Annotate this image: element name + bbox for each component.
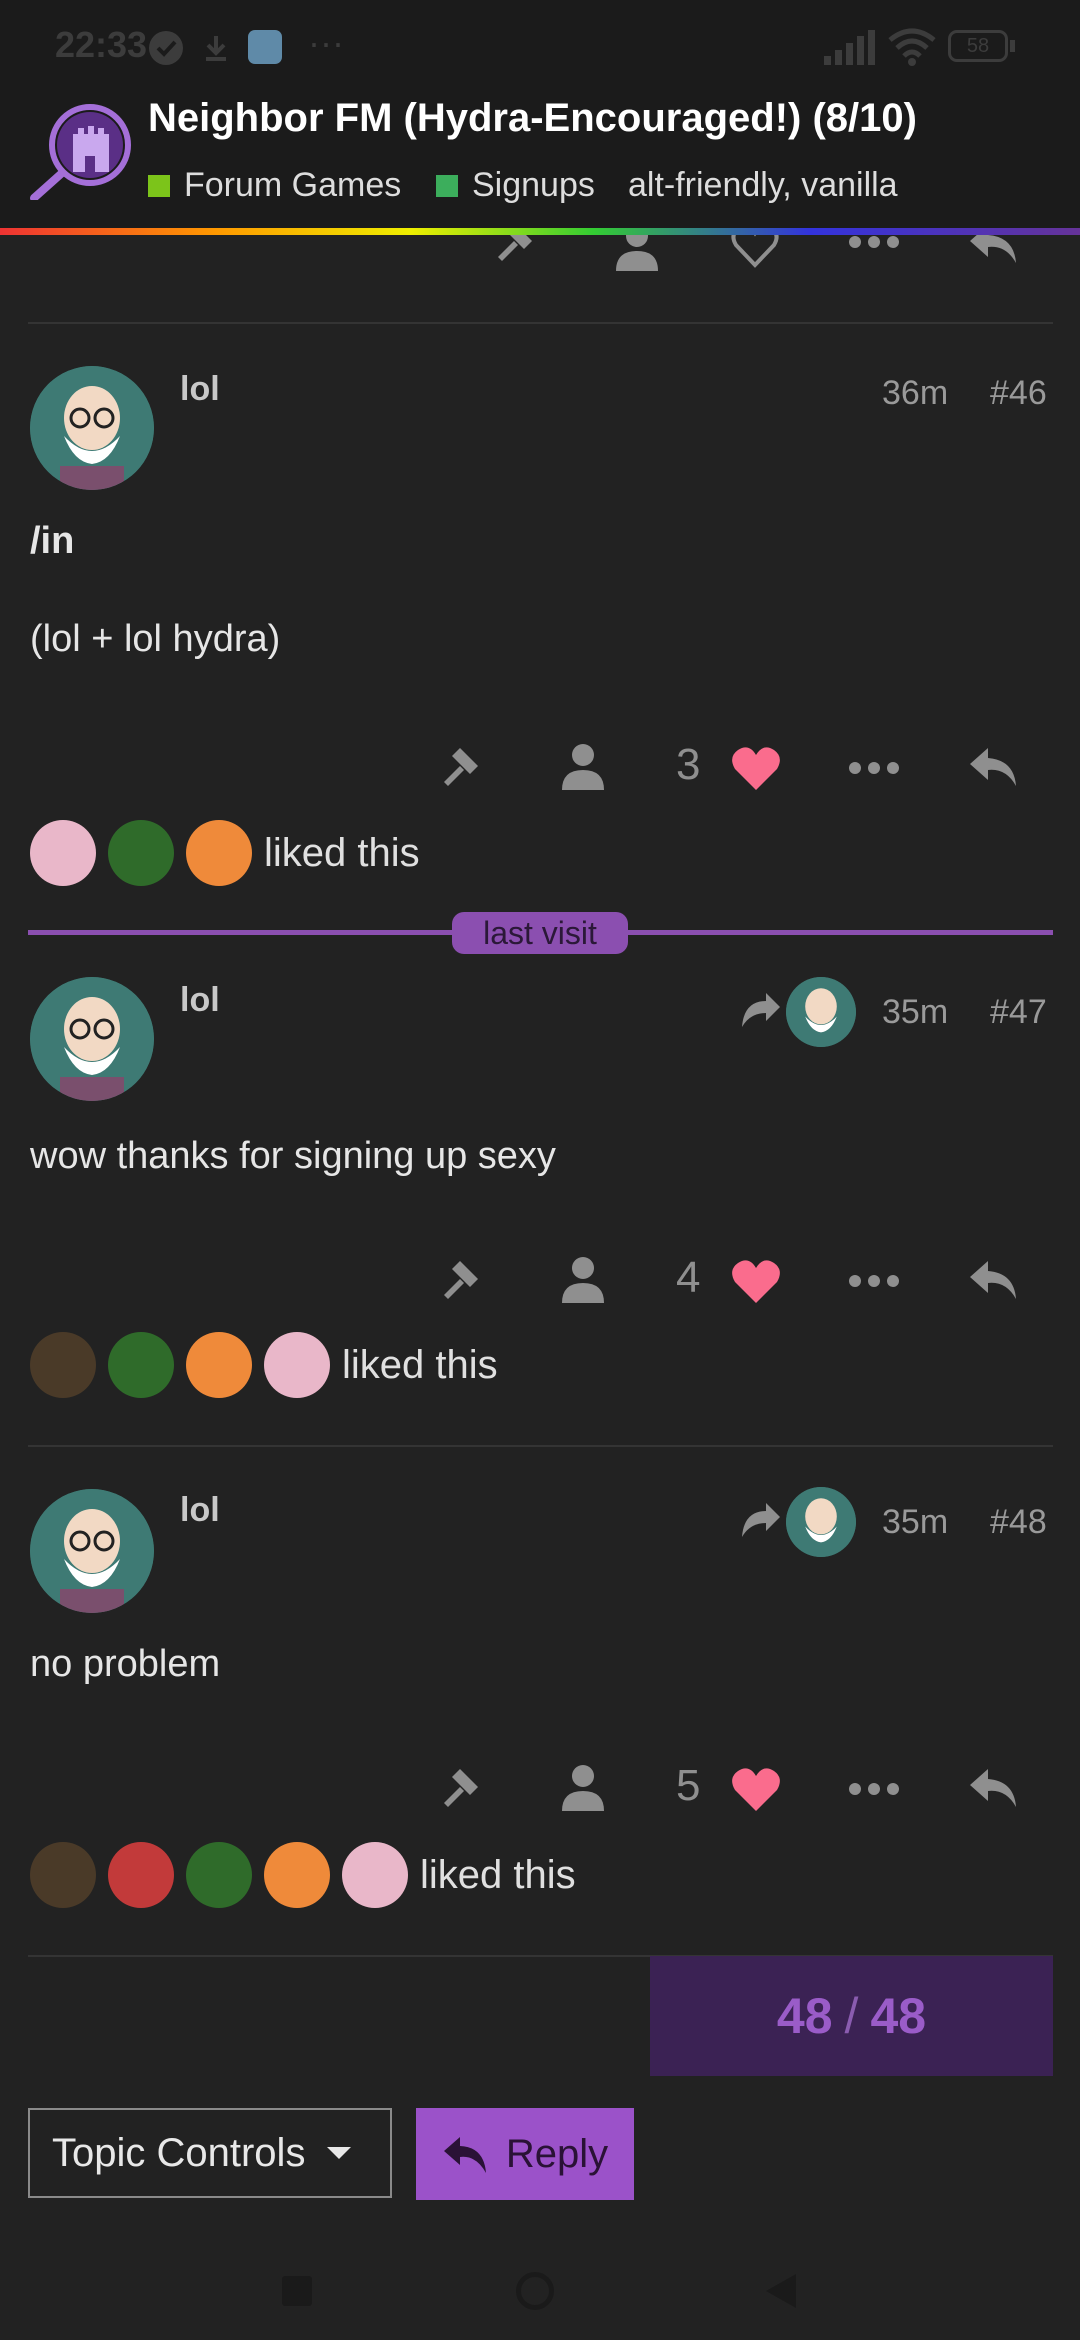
topic-progress[interactable]: 48 / 48 [650,1956,1053,2076]
avatar[interactable] [30,366,154,490]
wifi-icon [888,28,936,66]
share-icon[interactable] [740,991,782,1029]
reply-icon[interactable] [966,235,1020,269]
liker-avatar[interactable] [186,1332,252,1398]
gavel-icon[interactable] [438,1255,488,1305]
share-icon[interactable] [740,1501,782,1539]
site-logo-icon[interactable] [28,100,138,200]
post-text-line: /in [30,520,75,562]
progress-total: 48 [870,1988,927,2044]
post-age[interactable]: 35m [882,993,948,1032]
more-icon[interactable] [848,761,900,775]
heart-outline-icon[interactable] [730,235,780,271]
liked-this-label: liked this [420,1852,576,1897]
liked-by-list[interactable]: liked this [30,1842,576,1908]
post-age[interactable]: 36m [882,374,948,413]
liker-avatar[interactable] [186,820,252,886]
previous-post-actions [0,235,1080,275]
post-number[interactable]: #47 [990,993,1047,1032]
post-47: lol 35m #47 wow thanks for signing up se… [0,935,1080,1445]
liker-avatar[interactable] [342,1842,408,1908]
category-color-square [148,174,170,197]
home-icon[interactable] [516,2272,554,2310]
user-icon[interactable] [558,742,608,792]
post-number[interactable]: #48 [990,1503,1047,1542]
system-nav-bar [0,2220,1080,2340]
reply-icon[interactable] [966,1763,1020,1813]
liker-avatar[interactable] [186,1842,252,1908]
more-icon[interactable] [848,1782,900,1796]
post-46: lol 36m #46 /in (lol + lol hydra) 3 like… [0,322,1080,910]
heart-icon[interactable] [730,1765,782,1813]
like-count[interactable]: 5 [676,1761,700,1811]
avatar[interactable] [30,977,154,1101]
user-icon[interactable] [558,1255,608,1305]
recent-apps-icon[interactable] [282,2276,312,2306]
post-username[interactable]: lol [180,981,220,1020]
post-username[interactable]: lol [180,370,220,409]
progress-current: 48 [776,1988,833,2044]
more-icon[interactable] [848,235,900,249]
progress-separator: / [844,1988,859,2044]
liker-avatar[interactable] [108,1332,174,1398]
heart-icon[interactable] [730,744,782,792]
post-age[interactable]: 35m [882,1503,948,1542]
reply-label: Reply [505,2131,609,2176]
more-icon[interactable] [848,1274,900,1288]
signal-icon [824,30,875,65]
category-color-square [436,174,458,197]
liker-avatar[interactable] [30,820,96,886]
post-text: wow thanks for signing up sexy [30,1135,556,1177]
category-signups[interactable]: Signups [436,166,595,205]
post-48: lol 35m #48 no problem 5 liked this [0,1445,1080,1955]
liker-avatar[interactable] [108,820,174,886]
header-rainbow-bar [0,228,1080,235]
user-icon[interactable] [612,235,662,273]
user-icon[interactable] [558,1763,608,1813]
avatar[interactable] [30,1489,154,1613]
category-forum-games[interactable]: Forum Games [148,166,401,205]
reply-button[interactable]: Reply [416,2108,634,2200]
gavel-icon[interactable] [438,742,488,792]
reply-icon[interactable] [966,1255,1020,1305]
topic-title[interactable]: Neighbor FM (Hydra-Encouraged!) (8/10) [148,96,917,141]
caret-down-icon [327,2147,352,2159]
post-text-line: (lol + lol hydra) [30,618,281,660]
status-time: 22:33 [55,24,148,65]
battery-icon: 58 [948,30,1008,62]
post-text: no problem [30,1643,221,1685]
liker-avatar[interactable] [30,1842,96,1908]
reply-to-avatar[interactable] [786,977,856,1047]
topic-controls-label: Topic Controls [52,2130,306,2175]
post-number[interactable]: #46 [990,374,1047,413]
reply-icon[interactable] [966,742,1020,792]
like-count[interactable]: 3 [676,740,700,790]
liker-avatar[interactable] [264,1842,330,1908]
more-notifications-icon: ··· [308,22,344,63]
category-label: Signups [472,166,595,204]
liked-this-label: liked this [264,830,420,875]
topic-tags[interactable]: alt-friendly, vanilla [628,166,898,205]
liker-avatar[interactable] [264,1332,330,1398]
reply-to-avatar[interactable] [786,1487,856,1557]
verified-icon [149,31,183,65]
heart-icon[interactable] [730,1257,782,1305]
status-bar: 22:33 ··· 58 [0,0,1080,90]
gavel-icon[interactable] [492,235,542,267]
post-username[interactable]: lol [180,1491,220,1530]
topic-controls-button[interactable]: Topic Controls [28,2108,392,2198]
liked-by-list[interactable]: liked this [30,820,420,886]
download-icon [206,36,226,61]
category-label: Forum Games [184,166,402,204]
like-count[interactable]: 4 [676,1253,700,1303]
back-icon[interactable] [764,2272,798,2310]
liker-avatar[interactable] [30,1332,96,1398]
liked-by-list[interactable]: liked this [30,1332,498,1398]
reply-icon [443,2137,486,2173]
app-notification-icon [248,30,282,64]
gavel-icon[interactable] [438,1763,488,1813]
liked-this-label: liked this [342,1342,498,1387]
liker-avatar[interactable] [108,1842,174,1908]
battery-tip [1010,40,1015,52]
